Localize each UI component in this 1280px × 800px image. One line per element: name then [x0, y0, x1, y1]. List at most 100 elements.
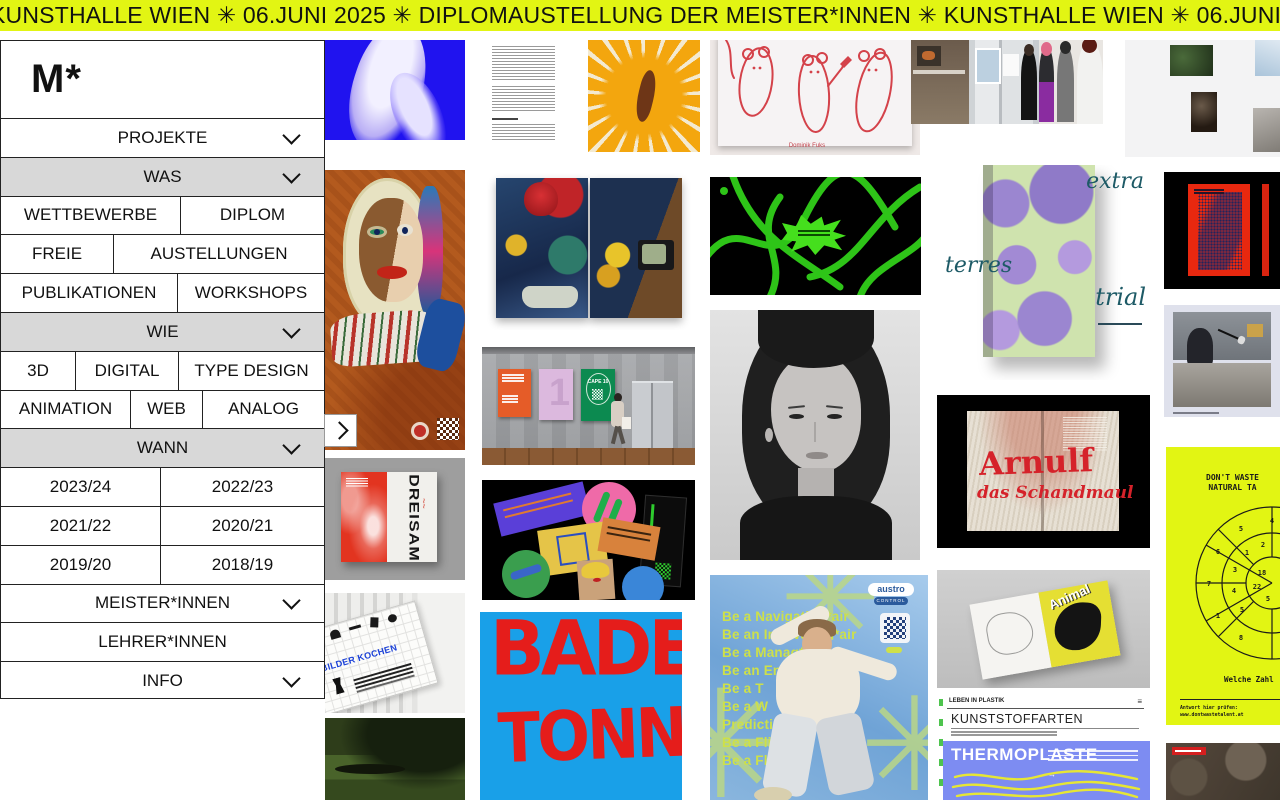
- podcast-photo-bottom: [1173, 363, 1271, 407]
- logo-row: M*: [1, 41, 324, 118]
- sidebar-section-wann[interactable]: WANN: [1, 428, 324, 467]
- sidebar-section-was[interactable]: WAS: [1, 157, 324, 196]
- speaker-silhouette: [1187, 328, 1213, 367]
- artist-caption: Dominik Fuks: [710, 143, 904, 149]
- project-tile-bw-portrait[interactable]: [710, 310, 920, 560]
- project-tile-green-scribbles[interactable]: [710, 177, 921, 295]
- hamburger-menu-icon[interactable]: ≡: [1137, 697, 1142, 706]
- project-tile-arnulf-book[interactable]: Arnulf das Schandmaul: [937, 395, 1150, 548]
- project-tile-thermoplaste-slide[interactable]: LEBEN IN PLASTIK ≡ KUNSTSTOFFARTEN THERM…: [937, 695, 1150, 800]
- sidebar-item-projekte[interactable]: PROJEKTE: [1, 118, 324, 157]
- filter-sidebar: M* PROJEKTE WAS WETTBEWERBE DIPLOM FREIE…: [0, 40, 325, 699]
- project-tile-sticker-collage[interactable]: [482, 480, 695, 600]
- chevron-down-icon: [282, 669, 300, 687]
- red-line-dog-drawing: [718, 40, 912, 146]
- poster-footer: Antwort hier prüfen: www.dontwastetalent…: [1180, 705, 1244, 719]
- project-tile-dreisam-book[interactable]: DREISAM ~~: [325, 458, 465, 580]
- sidebar-expand-button[interactable]: [324, 414, 357, 447]
- filter-2018-19[interactable]: 2018/19: [161, 546, 324, 584]
- person-shoe: [754, 787, 792, 800]
- slide-text-placeholder: [951, 731, 1057, 733]
- sidebar-item-meisterinnen[interactable]: MEISTER*INNEN: [1, 584, 324, 623]
- divider-line: [1180, 699, 1280, 700]
- filter-web[interactable]: WEB: [131, 391, 203, 429]
- arrow-icon: →: [1048, 770, 1056, 779]
- project-tile-austro-control-poster[interactable]: ✳ ✳ ✳ Be a Navigation*air Be an Innovati…: [710, 575, 928, 800]
- red-cover-page: [341, 472, 387, 562]
- open-book: DREISAM ~~: [341, 472, 437, 562]
- project-tile-dog-drawings[interactable]: Dominik Fuks: [710, 40, 920, 155]
- project-tile-badetonne[interactable]: BADE TONNE: [480, 612, 682, 800]
- microphone-arm: [1218, 329, 1243, 341]
- project-tile-extraterrestrial-book[interactable]: extra terres trial: [937, 165, 1150, 380]
- project-tile-book-text-page[interactable]: [480, 40, 565, 148]
- filter-2022-23[interactable]: 2022/23: [161, 468, 324, 506]
- filter-workshops[interactable]: WORKSHOPS: [178, 274, 324, 312]
- filter-wettbewerbe[interactable]: WETTBEWERBE: [1, 197, 181, 235]
- filter-2020-21[interactable]: 2020/21: [161, 507, 324, 545]
- filter-diplom[interactable]: DIPLOM: [181, 197, 324, 235]
- portrait-ear: [765, 428, 773, 442]
- sidebar-section-wie[interactable]: WIE: [1, 312, 324, 351]
- filter-digital[interactable]: DIGITAL: [76, 352, 179, 390]
- picture-frame: [1247, 324, 1263, 337]
- qr-code-icon: [880, 613, 910, 643]
- marquee-text: KUNSTHALLE WIEN ✳ 06.JUNI 2025 ✳ DIPLOMA…: [0, 2, 1280, 29]
- visitor-silhouette: [1021, 50, 1037, 120]
- chevron-down-icon: [282, 592, 300, 610]
- project-tile-red-book[interactable]: [1164, 172, 1280, 289]
- book-title: Arnulf: [978, 441, 1093, 483]
- moka-pot-icon: [330, 676, 346, 695]
- portrait-sweater: [740, 496, 892, 560]
- visitor-silhouette: [1039, 48, 1054, 122]
- project-tile-photo-grid-page[interactable]: [1125, 40, 1280, 157]
- project-tile-cape10-posters[interactable]: 1 CAPE 10: [482, 347, 695, 465]
- sidebar-label: WANN: [137, 438, 188, 458]
- wood-floor: [482, 448, 695, 465]
- ceiling-edge: [482, 347, 695, 354]
- open-magazine: Animal: [969, 580, 1120, 679]
- text-subhead-placeholder: [492, 118, 518, 120]
- project-tile-blue-figure[interactable]: [325, 40, 465, 140]
- project-tile-embroidered-portrait[interactable]: [325, 170, 465, 450]
- portrait-eye: [789, 414, 804, 419]
- project-tile-banana-poster[interactable]: [588, 40, 700, 152]
- visitor-silhouette: [1077, 42, 1103, 124]
- filter-2019-20[interactable]: 2019/20: [1, 546, 161, 584]
- stamp-icon: [411, 422, 429, 440]
- filter-animation[interactable]: ANIMATION: [1, 391, 131, 429]
- sidebar-item-info[interactable]: INFO: [1, 661, 324, 700]
- text-lines-placeholder: [492, 124, 555, 142]
- text-bars-placeholder: [353, 663, 411, 681]
- chevron-down-icon: [282, 126, 300, 144]
- project-tile-game-screenshot[interactable]: [1166, 743, 1280, 800]
- orange-poster: [498, 369, 531, 417]
- filter-austellungen[interactable]: AUSTELLUNGEN: [114, 235, 324, 273]
- poster-word: TONNE: [497, 690, 682, 778]
- project-tile-collage-magazine[interactable]: [482, 170, 698, 330]
- project-tile-podcast-photos[interactable]: [1164, 305, 1280, 417]
- filter-freie[interactable]: FREIE: [1, 235, 114, 273]
- poster-question: Welche Zahl: [1224, 675, 1274, 684]
- project-tile-dont-waste-talent-poster[interactable]: DON'T WASTE NATURAL TA 4 5 6 7 1 8 2 1: [1166, 447, 1280, 725]
- text-lines-placeholder: [492, 86, 555, 112]
- project-tile-exhibition-photo[interactable]: [911, 40, 1103, 124]
- site-logo[interactable]: M*: [31, 57, 82, 102]
- photo-sticker: [577, 559, 616, 600]
- cover-text-placeholder: [1194, 189, 1224, 191]
- filter-analog[interactable]: ANALOG: [203, 391, 324, 429]
- filter-2021-22[interactable]: 2021/22: [1, 507, 161, 545]
- filter-2023-24[interactable]: 2023/24: [1, 468, 161, 506]
- lilac-poster: 1: [539, 369, 573, 420]
- cover-word: extra: [1086, 169, 1144, 194]
- project-tile-animal-magazine[interactable]: Animal: [937, 570, 1150, 688]
- poster-word: BADE: [490, 612, 682, 692]
- filter-3d[interactable]: 3D: [1, 352, 76, 390]
- filter-type-design[interactable]: TYPE DESIGN: [179, 352, 324, 390]
- sidebar-label: WIE: [146, 322, 178, 342]
- sidebar-item-lehrerinnen[interactable]: LEHRER*INNEN: [1, 622, 324, 661]
- qr-code-icon: [437, 418, 459, 440]
- filter-publikationen[interactable]: PUBLIKATIONEN: [1, 274, 178, 312]
- project-tile-bilder-kochen[interactable]: BILDER KOCHEN: [325, 593, 465, 713]
- project-tile-garden-photo[interactable]: [325, 718, 465, 800]
